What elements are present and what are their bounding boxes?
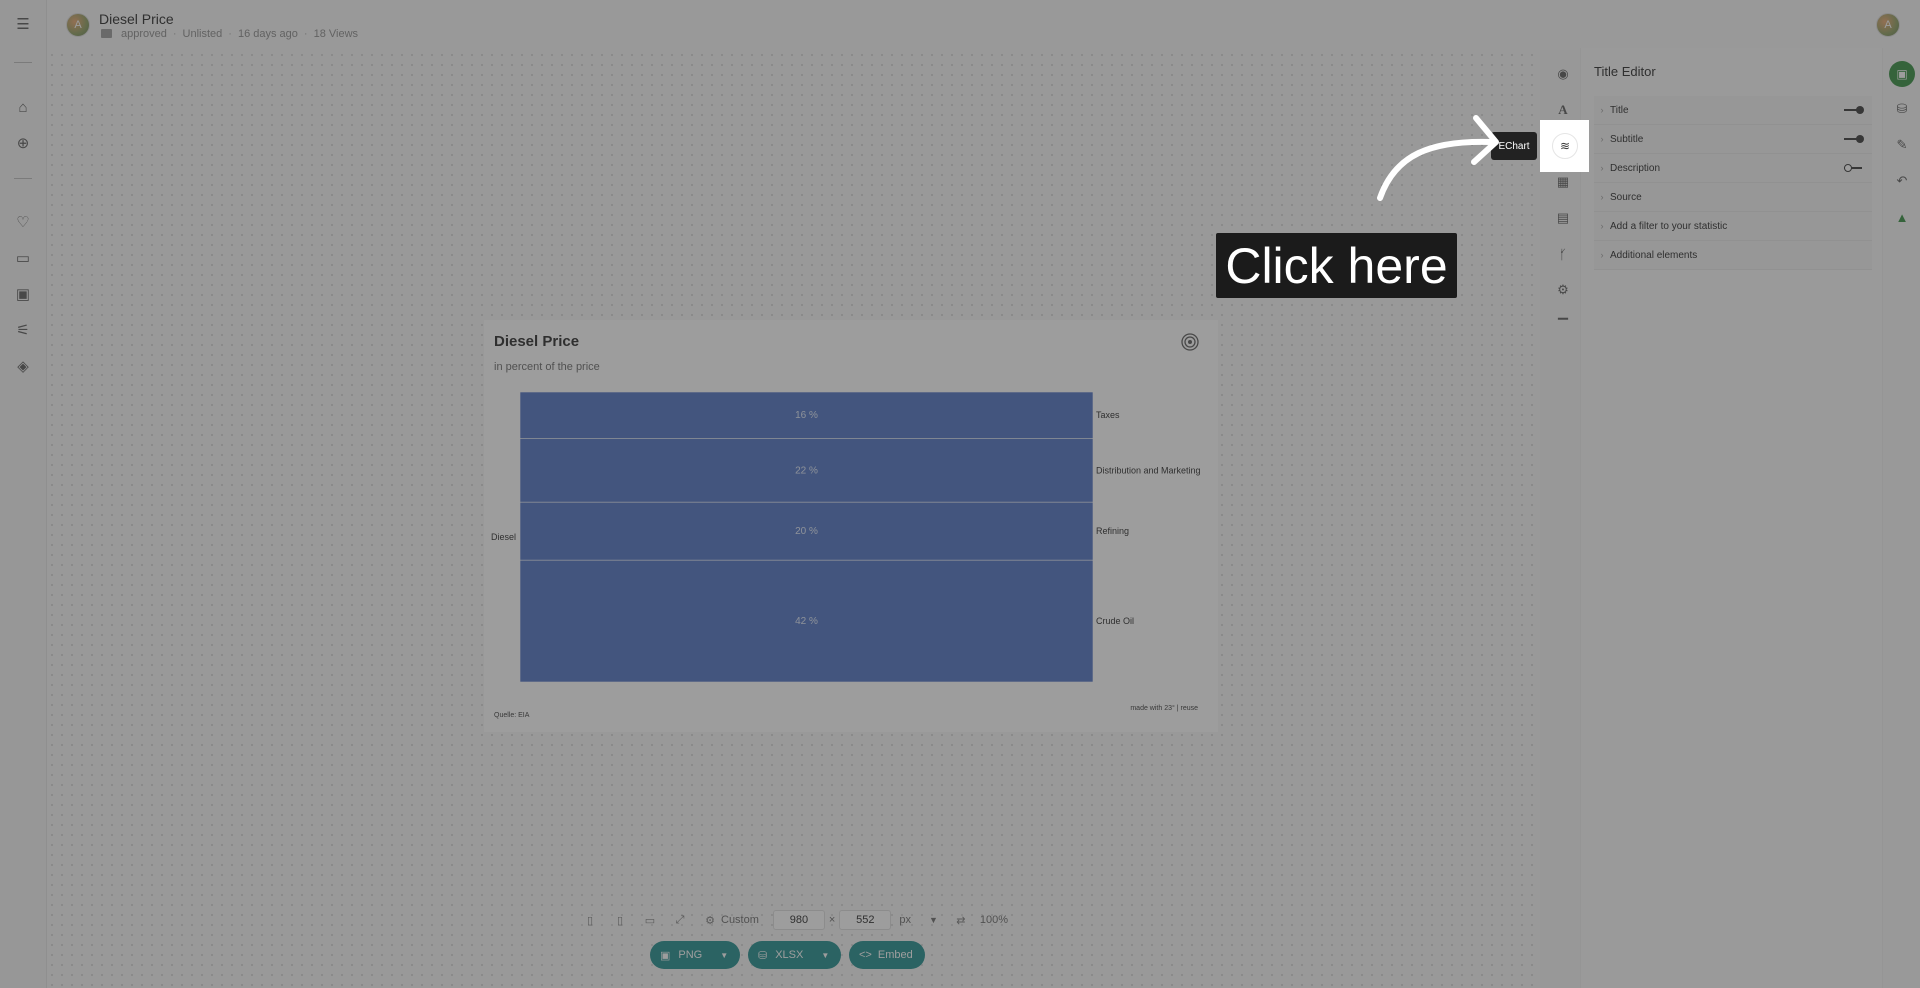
tutorial-overlay: [0, 0, 1920, 988]
echart-icon[interactable]: ≋: [1552, 133, 1578, 159]
click-here-callout: Click here: [1216, 233, 1457, 298]
arrow-icon: [1377, 115, 1499, 201]
